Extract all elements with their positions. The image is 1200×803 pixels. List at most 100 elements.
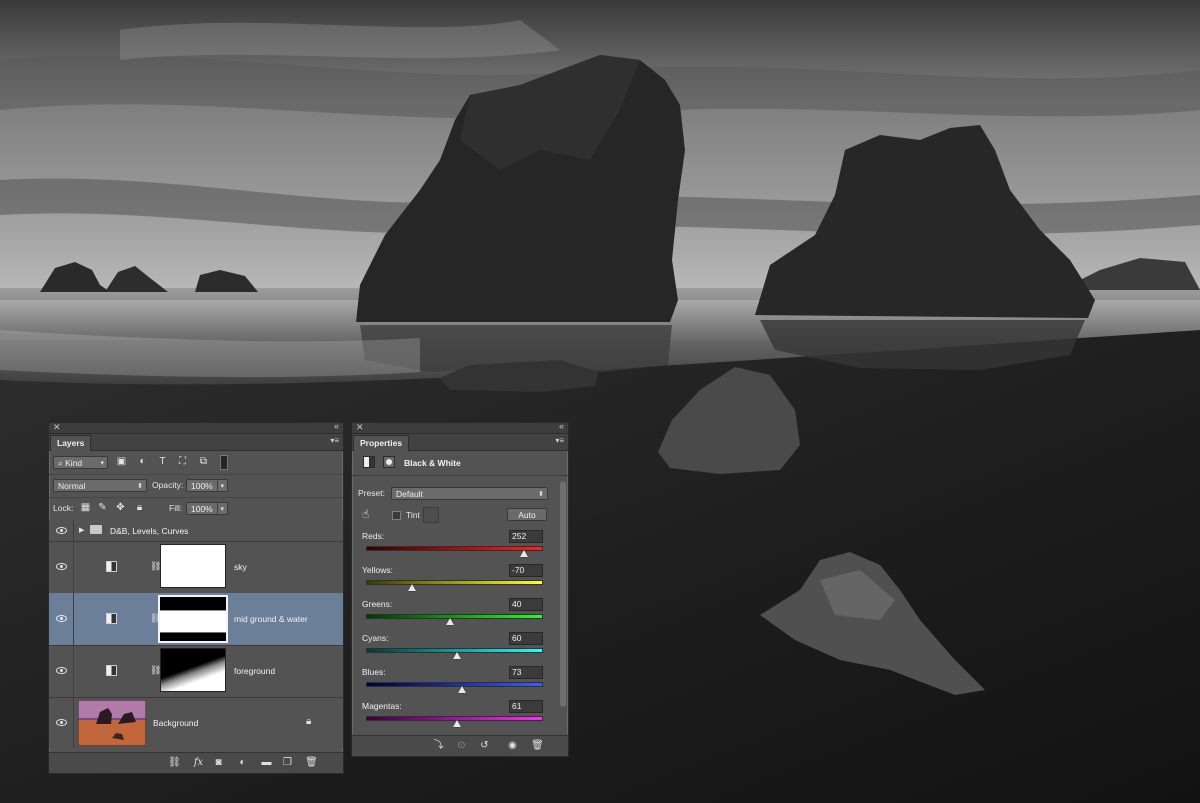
slider-thumb[interactable] <box>453 652 461 659</box>
new-group-folder-icon[interactable]: ▬ <box>260 757 273 768</box>
slider-value-field[interactable]: 252 <box>509 530 543 543</box>
layer-mask-thumbnail[interactable] <box>158 595 228 643</box>
clip-to-layer-icon[interactable]: ⤵ <box>432 740 445 751</box>
layer-mask-thumbnail[interactable] <box>160 648 226 692</box>
slider-track[interactable] <box>366 546 543 551</box>
slider-value-field[interactable]: 61 <box>509 700 543 713</box>
new-layer-icon[interactable]: ❐ <box>281 757 294 768</box>
tab-properties[interactable]: Properties <box>353 435 410 451</box>
slider-track[interactable] <box>366 580 543 585</box>
slider-thumb[interactable] <box>457 686 466 693</box>
layer-name: sky <box>234 562 247 572</box>
view-previous-state-icon[interactable]: ⊙ <box>455 740 468 751</box>
type-filter-icon[interactable]: T <box>157 456 168 467</box>
reset-icon[interactable]: ↺ <box>478 740 491 751</box>
layer-list: ▶ D&B, Levels, Curves ⛓︎ sky ⛓︎ mid grou… <box>49 520 343 748</box>
slider-label: Yellows: <box>362 565 393 575</box>
slider-value-field[interactable]: 60 <box>509 632 543 645</box>
layer-name: mid ground & water <box>234 614 308 624</box>
properties-tabbar: Properties ▾≡ <box>352 434 568 451</box>
link-chain-icon[interactable]: ⛓︎ <box>150 560 161 572</box>
slider-value-field[interactable]: -70 <box>509 564 543 577</box>
eye-icon[interactable]: ◉ <box>506 740 519 751</box>
color-sliders: Reds: 252 Yellows: -70 Greens: 40 Cyans: 60 Blue… <box>352 475 568 736</box>
slider-track[interactable] <box>366 614 543 619</box>
visibility-toggle[interactable] <box>49 697 74 748</box>
add-mask-icon[interactable]: ◙ <box>212 757 225 768</box>
lock-pixels-brush-icon[interactable]: ✎ <box>97 502 108 513</box>
slider-thumb[interactable] <box>453 720 462 727</box>
slider-thumb[interactable] <box>446 618 454 625</box>
layer-mask-thumbnail[interactable] <box>160 544 226 588</box>
link-chain-icon[interactable]: ⛓︎ <box>150 664 161 676</box>
mask-mode-icon[interactable] <box>383 456 395 468</box>
shape-filter-icon[interactable]: ⛶ <box>177 456 188 467</box>
panel-menu-icon[interactable]: ▾≡ <box>330 436 339 445</box>
layer-row-foreground[interactable]: ⛓︎ foreground <box>49 645 343 698</box>
visibility-toggle[interactable] <box>49 645 74 697</box>
fill-field[interactable]: 100% ▾ <box>186 502 228 516</box>
trash-icon[interactable]: 🗑︎ <box>305 757 318 768</box>
opacity-value: 100% <box>191 481 213 491</box>
slider-track[interactable] <box>366 682 543 687</box>
visibility-toggle[interactable] <box>49 520 74 541</box>
link-layers-icon[interactable]: ⛓︎ <box>168 757 181 768</box>
collapse-panel-icon[interactable]: « <box>334 421 339 431</box>
eye-icon <box>56 527 67 534</box>
adjustment-title: Black & White <box>404 458 461 468</box>
layer-row-group[interactable]: ▶ D&B, Levels, Curves <box>49 520 343 542</box>
slider-thumb[interactable] <box>407 584 416 591</box>
close-icon[interactable]: ✕ <box>356 422 364 433</box>
layer-row-mid-ground-water[interactable]: ⛓︎ mid ground & water <box>49 593 343 646</box>
fill-value: 100% <box>191 504 213 514</box>
layer-row-background[interactable]: Background 🔒︎ <box>49 697 343 748</box>
slider-label: Magentas: <box>362 701 402 711</box>
layers-footer: ⛓︎ fx ◙ ◐ ▬ ❐ 🗑︎ <box>49 752 343 773</box>
lock-all-icon[interactable]: 🔒︎ <box>134 502 145 513</box>
opacity-label: Opacity: <box>152 480 184 490</box>
visibility-toggle[interactable] <box>49 541 74 593</box>
layers-panel: ✕ « Layers ▾≡ ⌕ Kind ▾ ▣ ◐ T ⛶ ⧉ Normal … <box>48 421 344 774</box>
properties-header: Black & White <box>352 450 568 476</box>
smart-object-filter-icon[interactable]: ⧉ <box>198 456 209 467</box>
slider-label: Greens: <box>362 599 393 609</box>
lock-icon: 🔒︎ <box>306 716 312 727</box>
close-icon[interactable]: ✕ <box>53 422 61 433</box>
fx-icon[interactable]: fx <box>192 757 205 768</box>
lock-position-move-icon[interactable]: ✥ <box>115 502 126 513</box>
scrollbar-thumb[interactable] <box>560 481 566 707</box>
eye-icon <box>56 615 67 622</box>
filter-kind-dropdown[interactable]: ⌕ Kind ▾ <box>53 456 108 469</box>
new-adjustment-icon[interactable]: ◐ <box>236 757 249 768</box>
search-icon: ⌕ <box>58 458 63 468</box>
opacity-field[interactable]: 100% ▾ <box>186 479 228 493</box>
slider-value-field[interactable]: 40 <box>509 598 543 611</box>
properties-scrollbar[interactable] <box>560 481 566 707</box>
eye-icon <box>56 563 67 570</box>
slider-thumb[interactable] <box>520 550 529 557</box>
pixel-filter-icon[interactable]: ▣ <box>116 456 127 467</box>
layer-row-sky[interactable]: ⛓︎ sky <box>49 541 343 594</box>
layers-tabbar: Layers ▾≡ <box>49 434 343 451</box>
filter-toggle-switch[interactable] <box>220 455 228 470</box>
layer-filter-row: ⌕ Kind ▾ ▣ ◐ T ⛶ ⧉ <box>49 451 343 475</box>
trash-icon[interactable]: 🗑︎ <box>531 740 544 751</box>
lock-transparent-icon[interactable]: ▦ <box>80 502 91 513</box>
visibility-toggle[interactable] <box>49 593 74 645</box>
adjustment-layer-icon <box>106 561 117 572</box>
blend-mode-value: Normal <box>58 481 86 491</box>
slider-label: Cyans: <box>362 633 389 643</box>
panel-menu-icon[interactable]: ▾≡ <box>555 436 564 445</box>
properties-panel-topbar: ✕ « <box>352 421 568 434</box>
collapse-panel-icon[interactable]: « <box>559 421 564 431</box>
adjustment-mode-icon[interactable] <box>363 456 375 468</box>
blend-row: Normal ⬍ Opacity: 100% ▾ <box>49 474 343 498</box>
fill-label: Fill: <box>169 503 183 513</box>
tab-layers[interactable]: Layers <box>50 435 92 451</box>
adjustment-filter-icon[interactable]: ◐ <box>137 456 148 467</box>
link-chain-icon[interactable]: ⛓︎ <box>150 612 161 624</box>
background-thumbnail[interactable] <box>78 700 146 746</box>
slider-value-field[interactable]: 73 <box>509 666 543 679</box>
expand-arrow-icon[interactable]: ▶ <box>79 526 84 534</box>
blend-mode-dropdown[interactable]: Normal ⬍ <box>53 479 147 492</box>
